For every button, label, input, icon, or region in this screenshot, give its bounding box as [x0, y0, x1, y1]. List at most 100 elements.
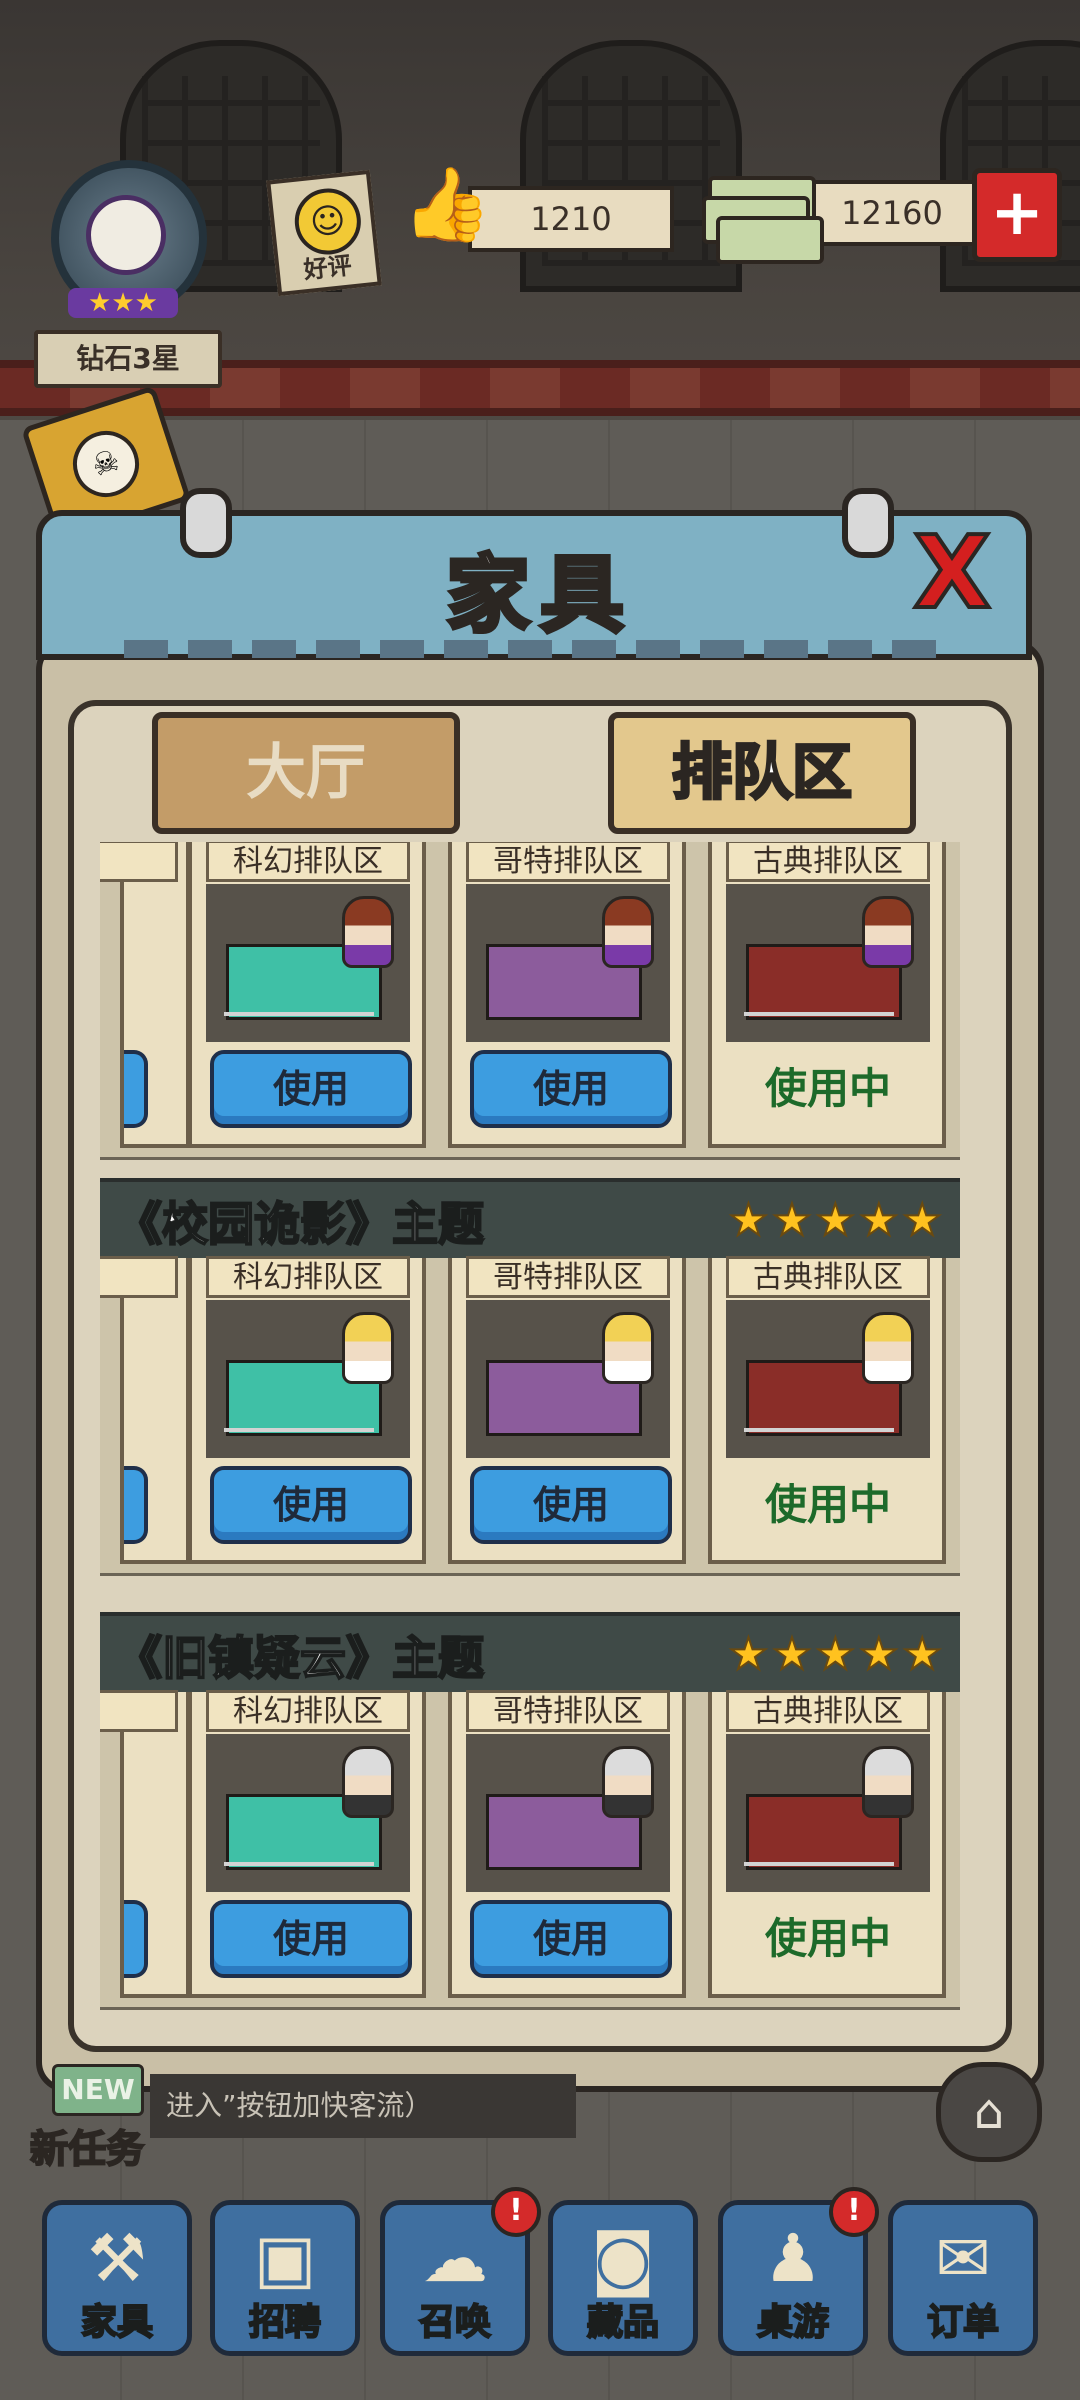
use-button-partial[interactable]	[124, 1050, 148, 1128]
hammer-wrench-icon: ⚒	[87, 2220, 147, 2297]
in-use-label: 使用中	[764, 1064, 891, 1113]
furniture-card-partial[interactable]: 区	[100, 1690, 190, 1998]
hook-icon	[180, 488, 232, 558]
nav-summon[interactable]: ☁ 召唤 !	[380, 2187, 541, 2356]
furniture-card[interactable]: 科幻排队区 使用	[188, 1256, 426, 1564]
furniture-card[interactable]: 科幻排队区 使用	[188, 842, 426, 1148]
nav-orders[interactable]: ✉ 订单	[888, 2200, 1038, 2356]
card-tag: 哥特排队区	[466, 1256, 670, 1298]
use-button-partial[interactable]	[124, 1900, 148, 1978]
nav-label: 桌游	[756, 2301, 830, 2344]
nav-label: 召唤	[418, 2301, 492, 2344]
character-icon	[342, 896, 394, 968]
rope-barrier	[224, 1862, 374, 1878]
in-use-label: 使用中	[764, 1914, 891, 1963]
character-icon	[342, 1312, 394, 1384]
furniture-card[interactable]: 哥特排队区 使用	[448, 1690, 686, 1998]
rope-barrier	[224, 1428, 374, 1444]
new-badge: NEW	[52, 2064, 144, 2116]
furniture-card[interactable]: 古典排队区 使用中	[708, 842, 946, 1148]
section-title: 《校园诡影》主题	[115, 1196, 485, 1252]
card-tag: 区	[100, 1690, 178, 1732]
nav-label: 藏品	[586, 2301, 660, 2344]
header-divider	[124, 640, 956, 658]
card-tag: 科幻排队区	[206, 1690, 410, 1732]
card-tag: 古典排队区	[726, 1690, 930, 1732]
character-icon	[602, 1312, 654, 1384]
furniture-card[interactable]: 哥特排队区 使用	[448, 842, 686, 1148]
furniture-card[interactable]: 科幻排队区 使用	[188, 1690, 426, 1998]
character-icon	[862, 1312, 914, 1384]
cash-stack-icon	[702, 172, 824, 264]
nav-collection[interactable]: ◙ 藏品	[548, 2200, 698, 2356]
furniture-preview	[466, 884, 670, 1042]
tab-queue-area[interactable]: 排队区	[608, 712, 916, 834]
use-button[interactable]: 使用	[470, 1050, 672, 1128]
furniture-card[interactable]: 古典排队区 使用中	[708, 1256, 946, 1564]
card-tag: 区	[100, 1256, 178, 1298]
character-icon	[342, 1746, 394, 1818]
furniture-list[interactable]: 区 科幻排队区 使用 哥特排队区 使用	[100, 842, 970, 2020]
card-tag: 区	[100, 842, 178, 882]
alert-badge: !	[491, 2187, 541, 2237]
character-icon	[862, 1746, 914, 1818]
card-row: 区 科幻排队区 使用 哥特排队区 使用	[100, 1690, 960, 2010]
furniture-preview	[466, 1300, 670, 1458]
panel-title: 家具	[444, 544, 634, 646]
use-button[interactable]: 使用	[210, 1466, 412, 1544]
task-hint: 进入”按钮加快客流）	[150, 2074, 576, 2138]
card-tag: 哥特排队区	[466, 842, 670, 882]
rating-card[interactable]: ☺ 好评	[266, 169, 382, 297]
add-cash-button[interactable]: +	[972, 168, 1062, 262]
card-tag: 哥特排队区	[466, 1690, 670, 1732]
furniture-card-partial[interactable]: 区	[100, 842, 190, 1148]
use-button[interactable]: 使用	[470, 1466, 672, 1544]
nav-furniture[interactable]: ⚒ 家具	[42, 2200, 192, 2356]
card-row: 区 科幻排队区 使用 哥特排队区 使用	[100, 842, 960, 1160]
skull-icon	[86, 195, 166, 275]
background-window	[520, 40, 742, 292]
card-tag: 科幻排队区	[206, 842, 410, 882]
fence-barrier	[744, 1428, 894, 1444]
use-button[interactable]: 使用	[210, 1900, 412, 1978]
furniture-card[interactable]: 哥特排队区 使用	[448, 1256, 686, 1564]
tab-hall[interactable]: 大厅	[152, 712, 460, 834]
section-title: 《旧镇疑云》主题	[115, 1630, 485, 1686]
furniture-card-partial[interactable]: 区	[100, 1256, 190, 1564]
nav-board-games[interactable]: ♟ 桌游 !	[718, 2187, 879, 2356]
thumbs-up-icon: 👍	[402, 162, 492, 246]
section-header: 《旧镇疑云》主题 ★★★★★	[100, 1612, 960, 1696]
card-tag: 古典排队区	[726, 1256, 930, 1298]
fence-barrier	[744, 1862, 894, 1878]
nav-label: 招聘	[248, 2301, 322, 2344]
star-rating: ★★★★★	[728, 1629, 946, 1681]
card-tag: 古典排队区	[726, 842, 930, 882]
likes-counter: 1210	[468, 186, 674, 252]
in-use-label: 使用中	[764, 1480, 891, 1529]
home-icon: ⌂	[973, 2084, 1005, 2140]
fence-barrier	[744, 1012, 894, 1028]
bat-box-icon: ✉	[935, 2220, 991, 2297]
rank-badge[interactable]: ★★★	[26, 140, 216, 330]
card-row: 区 科幻排队区 使用 哥特排队区 使用	[100, 1256, 960, 1576]
use-button[interactable]: 使用	[210, 1050, 412, 1128]
new-task-button[interactable]: 新任务	[29, 2118, 145, 2173]
skull-icon: ☠	[64, 422, 148, 506]
clipboard-portrait-icon: ▣	[253, 2220, 317, 2297]
furniture-preview	[466, 1734, 670, 1892]
character-icon	[602, 1746, 654, 1818]
alert-badge: !	[829, 2187, 879, 2237]
close-button[interactable]: X	[904, 521, 1000, 625]
furniture-card[interactable]: 古典排队区 使用中	[708, 1690, 946, 1998]
nav-label: 订单	[926, 2301, 1000, 2344]
star-rating: ★★★★★	[728, 1195, 946, 1247]
use-button[interactable]: 使用	[470, 1900, 672, 1978]
home-button[interactable]: ⌂	[936, 2062, 1042, 2162]
rank-stars: ★★★	[68, 288, 178, 318]
section-header: 《校园诡影》主题 ★★★★★	[100, 1178, 960, 1262]
furniture-preview	[726, 1734, 930, 1892]
use-button-partial[interactable]	[124, 1466, 148, 1544]
nav-recruit[interactable]: ▣ 招聘	[210, 2200, 360, 2356]
character-icon	[602, 896, 654, 968]
furniture-preview	[206, 1300, 410, 1458]
